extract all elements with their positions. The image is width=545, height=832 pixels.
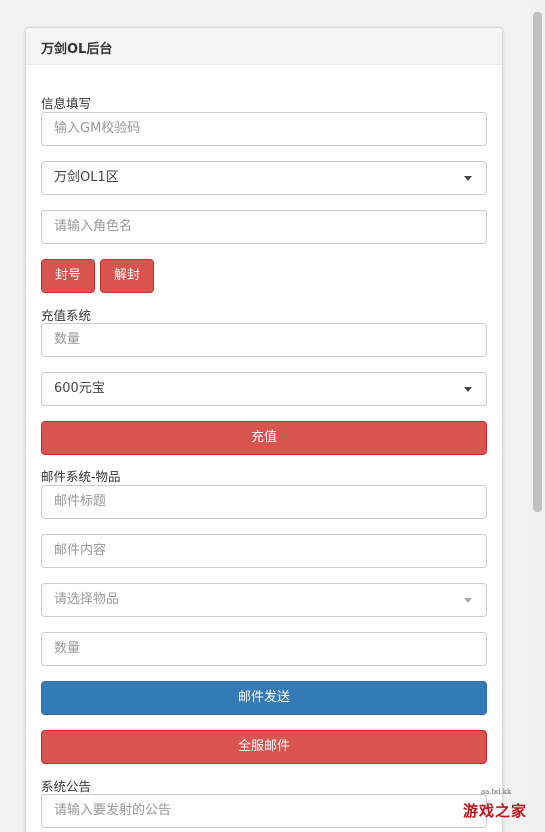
server-select[interactable]: 万剑OL1区 [41,161,487,195]
item-select[interactable]: 请选择物品 [41,583,487,617]
chevron-down-icon [464,176,472,181]
gm-code-placeholder: 输入GM校验码 [54,121,141,136]
mail-quantity-placeholder: 数量 [54,641,81,656]
server-select-value: 万剑OL1区 [54,170,119,185]
role-name-input[interactable]: 请输入角色名 [41,210,487,244]
announcement-section-label: 系统公告 [41,779,92,794]
watermark-logo: aa.bd.kk 游戏之家 [455,788,535,830]
recharge-amount-input[interactable]: 数量 [41,323,487,357]
scrollbar-thumb[interactable] [533,12,542,512]
mail-quantity-input[interactable]: 数量 [41,632,487,666]
recharge-amount-placeholder: 数量 [54,332,81,347]
ban-button[interactable]: 封号 [41,259,95,293]
announcement-input[interactable]: 请输入要发射的公告 [41,794,487,828]
send-mail-button[interactable]: 邮件发送 [41,681,487,715]
watermark-subtext: aa.bd.kk [481,788,512,796]
mail-title-input[interactable]: 邮件标题 [41,485,487,519]
mail-content-input[interactable]: 邮件内容 [41,534,487,568]
currency-select[interactable]: 600元宝 [41,372,487,406]
recharge-section-label: 充值系统 [41,308,92,323]
mail-content-placeholder: 邮件内容 [54,543,107,558]
watermark-text: 游戏之家 [463,802,528,820]
currency-select-value: 600元宝 [54,381,105,396]
item-select-placeholder: 请选择物品 [54,592,120,607]
gm-panel: 万剑OL后台 信息填写 输入GM校验码 万剑OL1区 请输入角色名 封号 解封 … [25,27,503,832]
announcement-placeholder: 请输入要发射的公告 [54,803,172,818]
unban-button[interactable]: 解封 [100,259,154,293]
page-scrollbar[interactable] [530,0,545,832]
recharge-button[interactable]: 充值 [41,421,487,455]
all-server-mail-button[interactable]: 全服邮件 [41,730,487,764]
panel-title: 万剑OL后台 [26,28,502,65]
mail-title-placeholder: 邮件标题 [54,494,107,509]
chevron-down-icon [464,598,472,603]
mail-section-label: 邮件系统-物品 [41,469,121,484]
gm-code-input[interactable]: 输入GM校验码 [41,112,487,146]
chevron-down-icon [464,387,472,392]
role-name-placeholder: 请输入角色名 [54,219,133,234]
info-section-label: 信息填写 [41,96,92,111]
